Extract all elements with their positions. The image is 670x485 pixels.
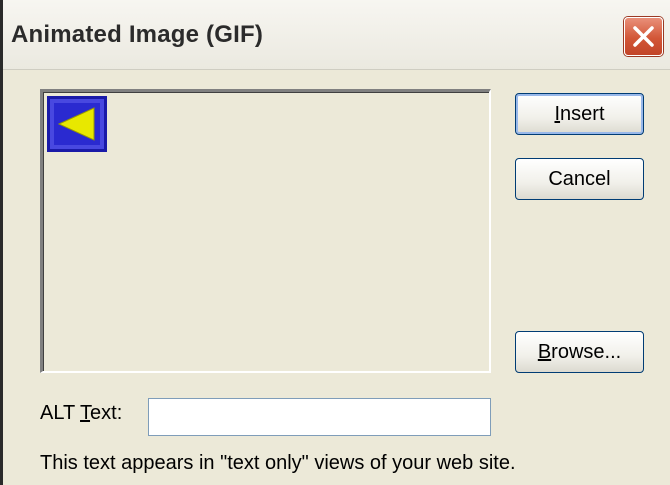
dialog-title: Animated Image (GIF)	[11, 21, 264, 48]
gif-preview-area	[40, 89, 491, 373]
left-arrow-gif-icon	[47, 96, 107, 152]
title-bar[interactable]: Animated Image (GIF)	[3, 0, 670, 70]
alt-text-mnemonic: T	[80, 402, 91, 424]
browse-button[interactable]: Browse...	[515, 331, 644, 373]
animated-image-dialog: Animated Image (GIF) Insert Cancel Brows…	[0, 0, 670, 485]
insert-label-rest: nsert	[560, 103, 605, 125]
alt-text-hint: This text appears in "text only" views o…	[40, 452, 516, 474]
browse-mnemonic: B	[537, 341, 552, 363]
alt-text-label-prefix: ALT	[40, 402, 81, 424]
cancel-button[interactable]: Cancel	[515, 158, 644, 200]
insert-button[interactable]: Insert	[515, 93, 644, 135]
close-icon	[633, 26, 654, 47]
cancel-label: Cancel	[548, 168, 611, 190]
alt-text-label-rest: ext:	[90, 402, 123, 424]
gif-preview-image	[47, 96, 107, 152]
alt-text-label: ALT Text:	[40, 402, 122, 425]
close-button[interactable]	[624, 17, 663, 56]
alt-text-input[interactable]	[148, 398, 491, 436]
browse-label-rest: rowse...	[551, 341, 622, 363]
